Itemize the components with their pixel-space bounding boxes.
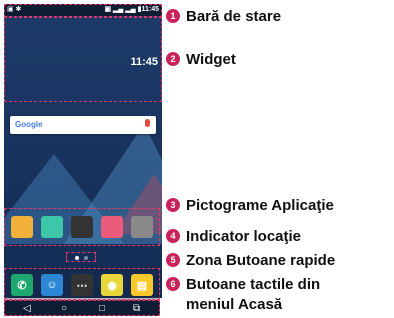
callout-number: 4	[166, 229, 180, 243]
callout-1: 1 Bară de stare	[166, 8, 281, 26]
home-button[interactable]: ○	[61, 303, 67, 315]
callout-3: 3 Pictograme Aplicaţie	[166, 197, 334, 215]
chrome-icon[interactable]: ◉	[101, 274, 123, 296]
callout-number: 5	[166, 253, 180, 267]
google-search-bar[interactable]: Google	[10, 116, 156, 134]
camera-icon[interactable]	[71, 216, 93, 238]
callout-number: 6	[166, 277, 180, 291]
apps-icon[interactable]: ⋯	[71, 274, 93, 296]
callout-2: 2 Widget	[166, 51, 236, 69]
callout-label: Butoane tactile din	[186, 276, 321, 293]
page-dot-active	[75, 256, 79, 260]
callout-number: 3	[166, 198, 180, 212]
app-icons-row	[4, 208, 160, 246]
location-indicator	[66, 252, 96, 262]
mic-icon[interactable]	[145, 119, 150, 127]
callout-label: Pictograme Aplicaţie	[186, 197, 334, 214]
play-store-icon[interactable]	[41, 216, 63, 238]
callout-label: Indicator locaţie	[186, 228, 302, 245]
lg-health-icon[interactable]	[11, 216, 33, 238]
quick-buttons-area: ✆ ☺ ⋯ ◉ ▤	[4, 268, 160, 300]
gallery-icon[interactable]	[101, 216, 123, 238]
overview-button[interactable]: □	[99, 303, 105, 315]
home-touch-buttons: ◁ ○ □ ⧉	[4, 300, 160, 316]
callout-label: Bară de stare	[186, 8, 282, 25]
widget-highlight	[4, 16, 162, 102]
page-dot	[84, 256, 88, 260]
callout-number: 1	[166, 9, 180, 23]
google-logo: Google	[15, 120, 43, 129]
back-button[interactable]: ◁	[23, 303, 31, 315]
callout-label: Widget	[186, 51, 236, 68]
dual-window-button[interactable]: ⧉	[133, 303, 140, 315]
callout-6: 6 Butoane tactile din	[166, 276, 320, 294]
messages-icon[interactable]: ▤	[131, 274, 153, 296]
callout-4: 4 Indicator locaţie	[166, 228, 301, 246]
callout-6-continued: meniul Acasă	[186, 296, 282, 314]
callout-number: 2	[166, 52, 180, 66]
contacts-icon[interactable]: ☺	[41, 274, 63, 296]
callout-5: 5 Zona Butoane rapide	[166, 252, 335, 270]
app-drawer-icon[interactable]	[131, 216, 153, 238]
phone-icon[interactable]: ✆	[11, 274, 33, 296]
callout-label: meniul Acasă	[186, 296, 283, 313]
callout-label: Zona Butoane rapide	[186, 252, 336, 269]
